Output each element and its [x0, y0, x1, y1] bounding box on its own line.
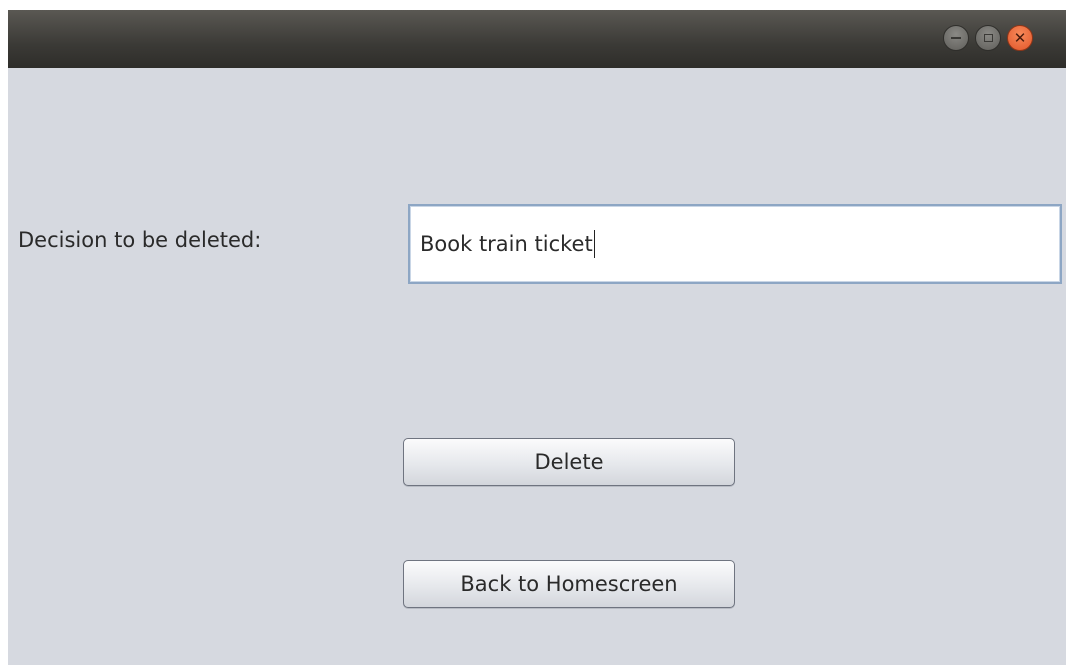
decision-input[interactable]: Book train ticket	[408, 204, 1062, 284]
maximize-icon	[983, 34, 993, 42]
delete-button[interactable]: Delete	[403, 438, 735, 486]
title-bar[interactable]: ✕	[8, 10, 1066, 68]
decision-input-value: Book train ticket	[420, 232, 593, 256]
app-window: ✕ Decision to be deleted: Book train tic…	[8, 10, 1066, 665]
close-icon: ✕	[1013, 28, 1027, 47]
maximize-button[interactable]	[975, 25, 1001, 51]
text-caret	[593, 230, 596, 258]
decision-label: Decision to be deleted:	[18, 228, 262, 252]
back-to-homescreen-button[interactable]: Back to Homescreen	[403, 560, 735, 608]
minimize-button[interactable]	[943, 25, 969, 51]
close-button[interactable]: ✕	[1007, 25, 1033, 51]
minimize-icon	[951, 37, 961, 39]
